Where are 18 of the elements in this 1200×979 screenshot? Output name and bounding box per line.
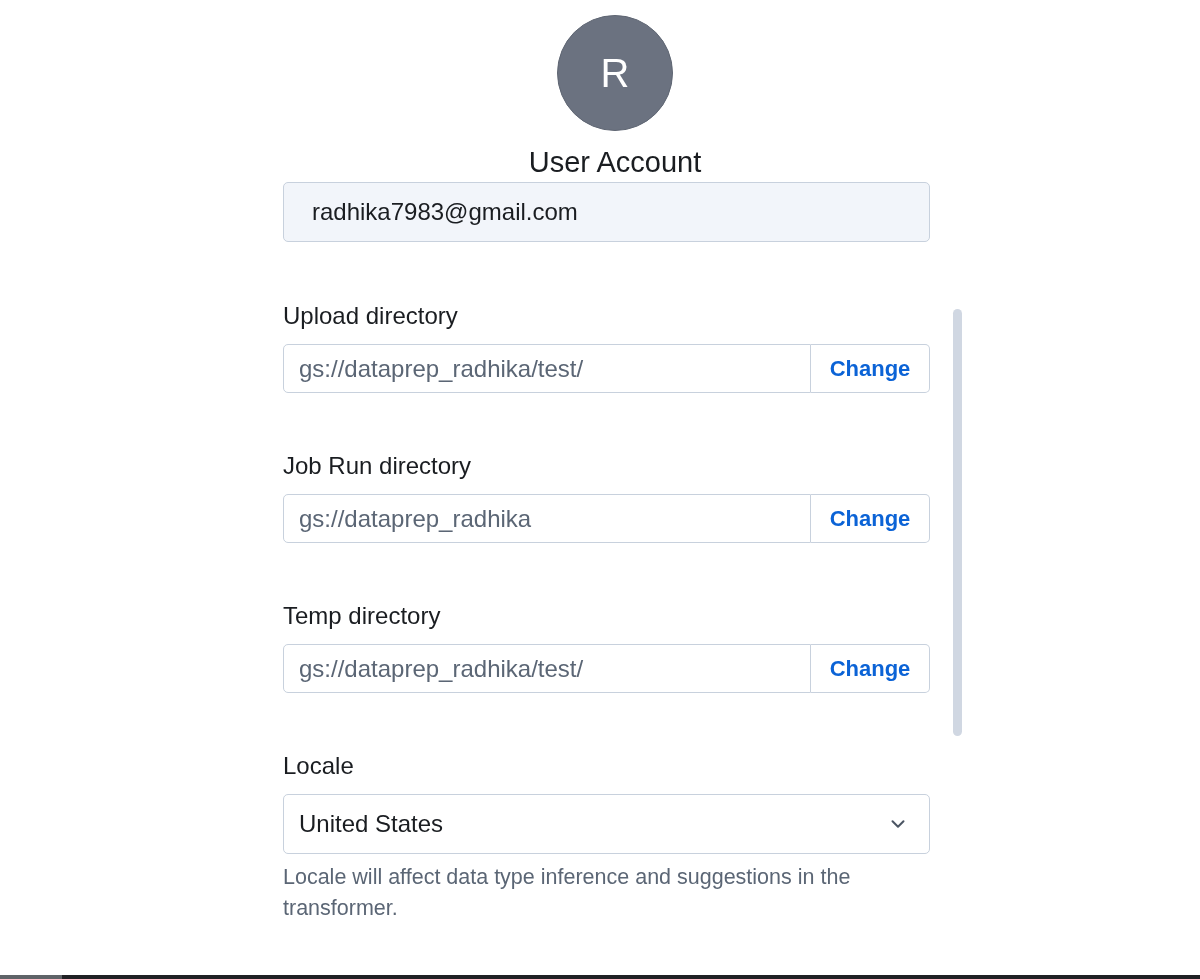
field-label: Locale [283, 752, 355, 780]
field-label: Upload directory [283, 302, 459, 330]
email-field[interactable]: radhika7983@gmail.com [283, 182, 930, 242]
horizontal-scrollbar[interactable] [0, 975, 1200, 979]
directory-field[interactable]: gs://dataprep_radhika/test/ [283, 344, 811, 393]
change-button[interactable]: Change [811, 344, 930, 393]
field-label: Job Run directory [283, 452, 473, 480]
change-button[interactable]: Change [811, 644, 930, 693]
directory-field[interactable]: gs://dataprep_radhika [283, 494, 811, 543]
vertical-scrollbar-thumb[interactable] [953, 309, 962, 736]
locale-help-text: Locale will affect data type inference and suggestions in the transformer. [283, 864, 852, 922]
field-label: Temp directory [283, 602, 442, 630]
account-title: User Account [528, 145, 702, 179]
change-button[interactable]: Change [811, 494, 930, 543]
horizontal-scrollbar-thumb[interactable] [0, 975, 62, 979]
avatar: R [557, 15, 673, 131]
locale-select[interactable]: United States [283, 794, 930, 854]
directory-field[interactable]: gs://dataprep_radhika/test/ [283, 644, 811, 693]
